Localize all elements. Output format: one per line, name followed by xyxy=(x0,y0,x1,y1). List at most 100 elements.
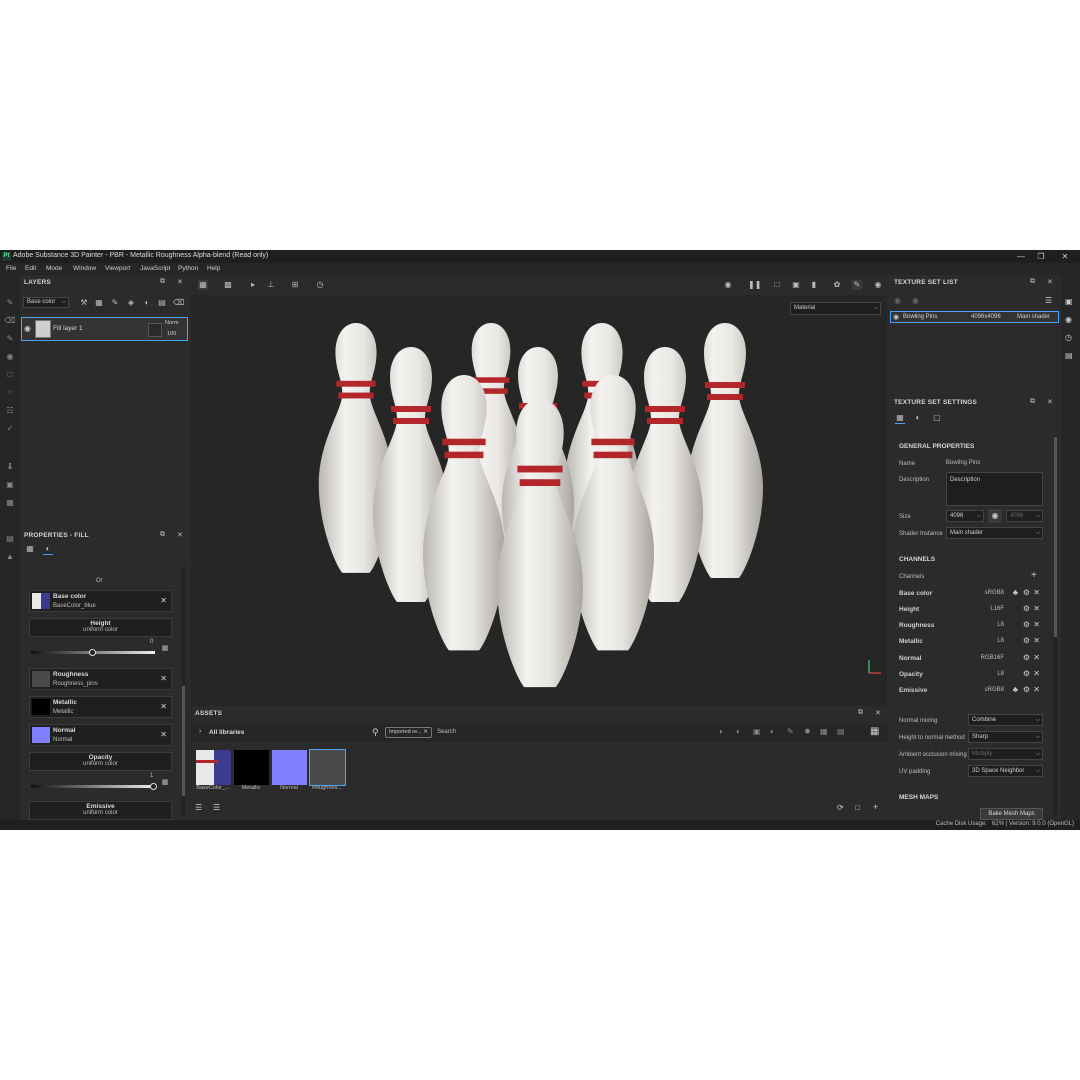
opacity-slot[interactable]: Opacity uniform color xyxy=(29,752,172,771)
color-profile-icon[interactable]: ♣ xyxy=(1013,588,1018,597)
settings-tab-icon[interactable]: ▦ xyxy=(895,413,905,424)
remove-channel-icon[interactable]: ✕ xyxy=(1033,636,1040,645)
remove-channel-icon[interactable]: ✕ xyxy=(1033,685,1040,694)
close-panel-icon[interactable]: ✕ xyxy=(1047,398,1053,406)
add-smart-material-icon[interactable]: ◐ xyxy=(142,298,152,308)
eraser-tool-icon[interactable]: ⌫ xyxy=(4,315,16,327)
pause-icon[interactable]: ❚❚ xyxy=(748,280,761,290)
description-field[interactable]: Description xyxy=(946,472,1043,506)
channel-format[interactable]: L8 xyxy=(997,671,1004,677)
clear-slot-icon[interactable]: ✕ xyxy=(160,596,167,605)
filter-grid-icon[interactable]: ▦ xyxy=(820,727,828,736)
filter-particles-icon[interactable]: ✹ xyxy=(804,727,811,736)
roughness-slot[interactable]: Roughness Roughness_pins ✕ xyxy=(29,668,172,690)
float-panel-icon[interactable]: ⧉ xyxy=(858,709,863,717)
tree-view-icon[interactable]: ☰ xyxy=(213,803,220,812)
material-tab-icon[interactable]: ◐ xyxy=(43,544,53,555)
export-icon[interactable]: ⇩ xyxy=(4,461,16,473)
emissive-slot[interactable]: Emissive uniform color xyxy=(29,801,172,820)
fill-tab-icon[interactable]: ▦ xyxy=(25,544,35,554)
new-window-icon[interactable]: □ xyxy=(855,803,860,812)
layer-mask-slot[interactable] xyxy=(148,323,162,337)
add-asset-icon[interactable]: + xyxy=(873,802,878,812)
opacity-slider[interactable] xyxy=(31,783,157,790)
size-dropdown[interactable]: 4096 ⌵ xyxy=(946,510,984,522)
paint-mode-icon[interactable]: ✎ xyxy=(852,280,862,290)
menu-mode[interactable]: Mode xyxy=(46,265,62,272)
close-window-icon[interactable]: ✕ xyxy=(1057,251,1073,262)
visibility-icon[interactable]: ◉ xyxy=(912,296,919,305)
filter-alphas-icon[interactable]: ◐ xyxy=(770,727,775,736)
environment-icon[interactable]: ✿ xyxy=(832,280,842,290)
filter-smart-materials-icon[interactable]: ◐ xyxy=(736,727,741,736)
shelf-icon[interactable]: ▲ xyxy=(4,551,16,563)
3d-viewport[interactable]: Material ⌵ xyxy=(191,295,887,748)
add-effect-icon[interactable]: ⚒ xyxy=(79,298,89,308)
texture-set-row[interactable]: ◉ Bowling Pins 4096x4096 Main shader xyxy=(890,311,1059,323)
remove-filter-icon[interactable]: ✕ xyxy=(423,729,428,735)
channel-settings-icon[interactable]: ⚙ xyxy=(1023,588,1030,597)
normal-mixing-dropdown[interactable]: Combine ⌵ xyxy=(968,714,1043,726)
clear-slot-icon[interactable]: ✕ xyxy=(160,702,167,711)
clear-slot-icon[interactable]: ✕ xyxy=(160,674,167,683)
chevron-right-icon[interactable]: › xyxy=(199,728,201,735)
channel-format[interactable]: sRGB8 xyxy=(985,687,1004,693)
add-folder-icon[interactable]: ▤ xyxy=(157,298,167,308)
search-input[interactable]: Search xyxy=(437,729,456,735)
channel-format[interactable]: L8 xyxy=(997,638,1004,644)
align-icon[interactable]: ⊥ xyxy=(266,280,276,290)
height-to-normal-dropdown[interactable]: Sharp ⌵ xyxy=(968,731,1043,743)
remove-channel-icon[interactable]: ✕ xyxy=(1033,620,1040,629)
asset-thumbnail[interactable] xyxy=(272,750,307,785)
channel-format[interactable]: L8 xyxy=(997,622,1004,628)
list-view-icon[interactable]: ☰ xyxy=(195,803,202,812)
layer-row[interactable]: ◉ Fill layer 1 Norm 100 xyxy=(21,317,188,341)
smudge-tool-icon[interactable]: ☜ xyxy=(4,387,16,399)
filter-brushes-icon[interactable]: ✎ xyxy=(787,727,794,736)
grid-view-icon[interactable]: ▦ xyxy=(198,280,208,290)
layer-opacity[interactable]: 100 xyxy=(167,331,176,337)
add-view-icon[interactable]: ⊞ xyxy=(290,280,300,290)
hide-icon[interactable]: ◉ xyxy=(894,296,901,305)
shader-instance-dropdown[interactable]: Main shader ⌵ xyxy=(946,527,1043,539)
history-icon[interactable]: ◷ xyxy=(1065,333,1072,342)
channel-format[interactable]: L16F xyxy=(990,606,1004,612)
refresh-icon[interactable]: ⟳ xyxy=(837,803,844,812)
asset-thumbnail[interactable] xyxy=(234,750,269,785)
close-panel-icon[interactable]: ✕ xyxy=(177,278,183,286)
restore-icon[interactable]: ❐ xyxy=(1033,251,1049,262)
bake-icon[interactable]: ▣ xyxy=(4,479,16,491)
add-channel-icon[interactable]: + xyxy=(1031,570,1037,581)
filter-environment-icon[interactable]: ▤ xyxy=(837,727,845,736)
history-icon[interactable]: ▤ xyxy=(4,533,16,545)
slider-knob[interactable] xyxy=(150,783,157,790)
projection-tool-icon[interactable]: ✎ xyxy=(4,333,16,345)
remove-channel-icon[interactable]: ✕ xyxy=(1033,604,1040,613)
filter-materials-icon[interactable]: ◐ xyxy=(719,727,724,736)
material-tab-icon[interactable]: ◐ xyxy=(913,413,923,423)
symmetry-icon[interactable]: ▸ xyxy=(248,280,258,290)
height-slider[interactable] xyxy=(31,649,155,656)
visibility-eye-icon[interactable]: ◉ xyxy=(893,313,899,321)
channel-settings-icon[interactable]: ⚙ xyxy=(1023,653,1030,662)
settings-icon[interactable]: ◉ xyxy=(1065,315,1072,324)
library-selector[interactable]: All libraries xyxy=(209,729,244,736)
clone-tool-icon[interactable]: ☷ xyxy=(4,405,16,417)
asset-thumbnail[interactable] xyxy=(309,749,346,786)
add-fill-layer-icon[interactable]: ◈ xyxy=(126,298,136,308)
paint-brush-tool-icon[interactable]: ✎ xyxy=(4,297,16,309)
properties-scrollbar[interactable] xyxy=(182,566,185,816)
normal-slot[interactable]: Normal Normal ✕ xyxy=(29,724,172,746)
selection-icon[interactable]: □ xyxy=(772,280,782,290)
close-panel-icon[interactable]: ✕ xyxy=(1047,278,1053,286)
menu-javascript[interactable]: JavaScript xyxy=(140,265,170,272)
uv-padding-dropdown[interactable]: 3D Space Neighbor ⌵ xyxy=(968,765,1043,777)
channel-dropdown[interactable]: Base color ⌵ xyxy=(23,297,69,308)
menu-python[interactable]: Python xyxy=(178,265,198,272)
channel-settings-icon[interactable]: ⚙ xyxy=(1023,636,1030,645)
channel-settings-icon[interactable]: ⚙ xyxy=(1023,669,1030,678)
float-panel-icon[interactable]: ⧉ xyxy=(1030,278,1035,286)
remove-channel-icon[interactable]: ✕ xyxy=(1033,588,1040,597)
menu-window[interactable]: Window xyxy=(73,265,96,272)
float-panel-icon[interactable]: ⧉ xyxy=(160,531,165,539)
